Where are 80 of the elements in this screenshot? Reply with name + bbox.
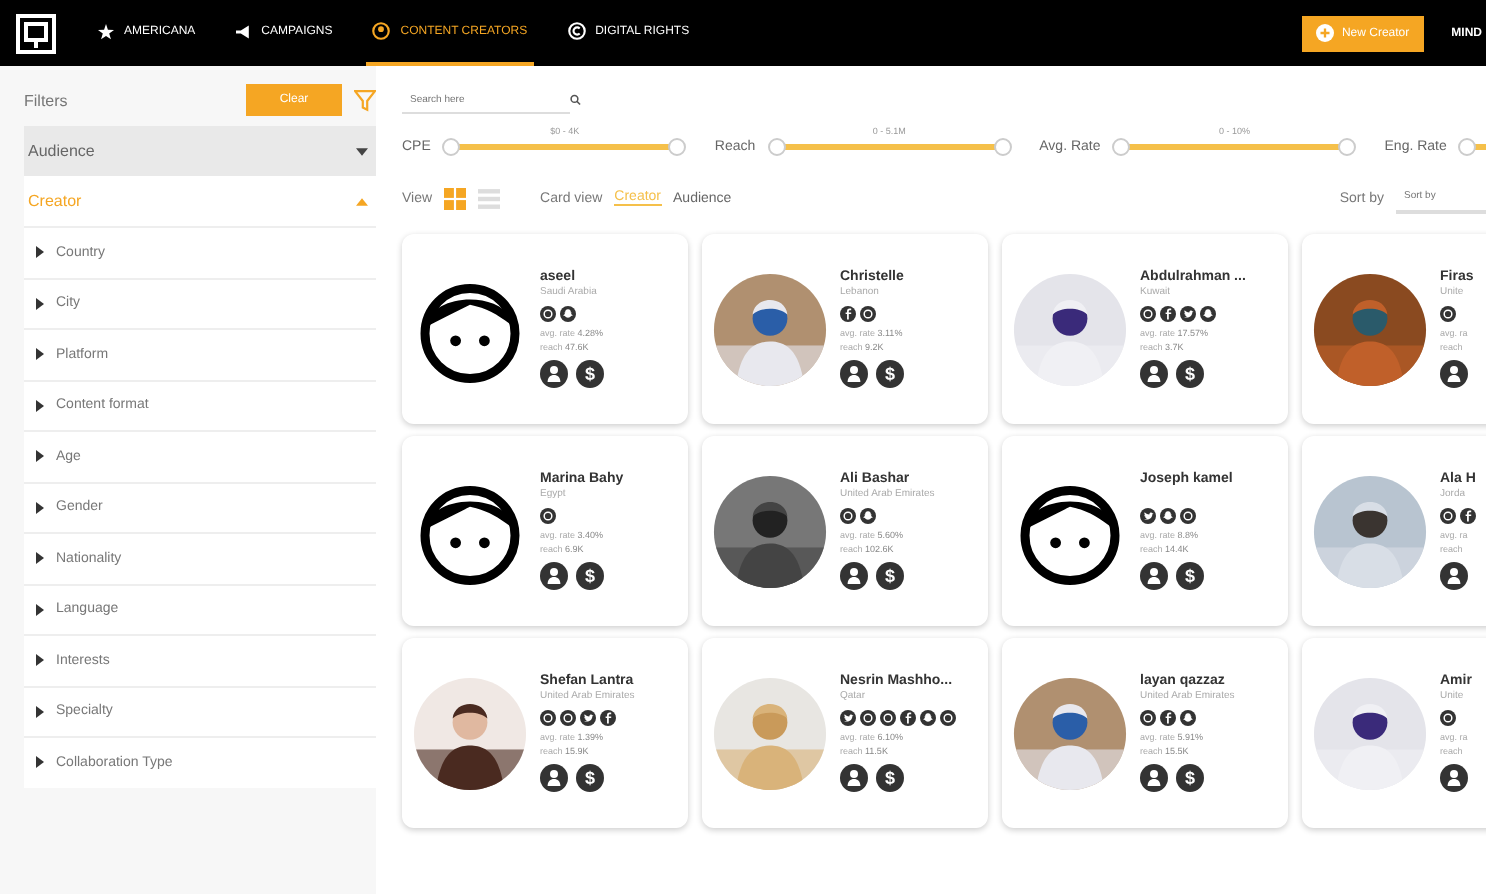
- profile-icon[interactable]: [840, 360, 868, 389]
- slider-thumb[interactable]: [767, 138, 786, 156]
- platform-icon[interactable]: [1180, 709, 1196, 726]
- platform-icon[interactable]: [840, 507, 856, 524]
- price-button[interactable]: $: [576, 360, 604, 389]
- price-button[interactable]: $: [1176, 360, 1204, 389]
- price-button[interactable]: $: [876, 764, 904, 793]
- platform-icon[interactable]: [1140, 709, 1156, 726]
- platform-icon[interactable]: [1180, 305, 1196, 322]
- caret-icon: [36, 603, 44, 616]
- platform-icon[interactable]: [920, 709, 936, 726]
- profile-icon[interactable]: [1440, 360, 1468, 389]
- profile-icon[interactable]: [1440, 562, 1468, 591]
- caret-icon: [36, 756, 44, 769]
- logo-icon[interactable]: [16, 13, 56, 53]
- platform-icon[interactable]: [1440, 507, 1456, 524]
- platform-icon[interactable]: [1440, 709, 1456, 726]
- platform-icon[interactable]: [540, 305, 556, 322]
- price-button[interactable]: $: [876, 360, 904, 389]
- search-icon: [570, 94, 582, 106]
- range-slider[interactable]: [442, 138, 687, 156]
- platform-icon[interactable]: [540, 507, 556, 524]
- caret-icon: [356, 197, 368, 205]
- plus-icon: [1315, 24, 1334, 42]
- platform-icon[interactable]: [840, 305, 856, 322]
- slider-thumb[interactable]: [1338, 138, 1357, 156]
- platform-icon[interactable]: [1180, 507, 1196, 524]
- platform-icon[interactable]: [1160, 507, 1176, 524]
- price-button[interactable]: $: [1176, 562, 1204, 591]
- star-icon: [98, 23, 114, 39]
- caret-icon: [36, 552, 44, 565]
- profile-icon[interactable]: [540, 562, 568, 591]
- profile-icon[interactable]: [1140, 764, 1168, 793]
- platform-icon[interactable]: [1440, 305, 1456, 322]
- slider-thumb[interactable]: [668, 138, 687, 156]
- profile-icon[interactable]: [840, 562, 868, 591]
- range-slider[interactable]: [767, 138, 1012, 156]
- platform-icon[interactable]: [900, 709, 916, 726]
- profile-icon[interactable]: [540, 764, 568, 793]
- caret-icon: [36, 246, 44, 259]
- slider-thumb[interactable]: [993, 138, 1012, 156]
- profile-icon[interactable]: [1140, 360, 1168, 389]
- platform-icon[interactable]: [1160, 709, 1176, 726]
- profile-icon[interactable]: [840, 764, 868, 793]
- price-button[interactable]: $: [1176, 764, 1204, 793]
- slider-thumb[interactable]: [442, 138, 461, 156]
- slider-thumb[interactable]: [1112, 138, 1131, 156]
- caret-icon: [36, 501, 44, 514]
- price-button[interactable]: $: [876, 562, 904, 591]
- profile-icon[interactable]: [540, 360, 568, 389]
- caret-icon: [356, 147, 368, 155]
- platform-icon[interactable]: [580, 709, 596, 726]
- platform-icon[interactable]: [940, 709, 956, 726]
- caret-icon: [36, 297, 44, 310]
- platform-icon[interactable]: [840, 709, 856, 726]
- platform-icon[interactable]: [560, 305, 576, 322]
- filters-title: Filters: [24, 91, 70, 109]
- platform-icon[interactable]: [1200, 305, 1216, 322]
- platform-icon[interactable]: [860, 305, 876, 322]
- caret-icon: [36, 705, 44, 718]
- platform-icon[interactable]: [600, 709, 616, 726]
- platform-icon[interactable]: [1460, 507, 1476, 524]
- profile-icon[interactable]: [1140, 562, 1168, 591]
- slider-thumb[interactable]: [1458, 138, 1477, 156]
- caret-icon: [36, 348, 44, 361]
- caret-icon: [36, 450, 44, 463]
- range-slider[interactable]: [1112, 138, 1357, 156]
- platform-icon[interactable]: [1160, 305, 1176, 322]
- platform-icon[interactable]: [860, 507, 876, 524]
- profile-icon[interactable]: [1440, 764, 1468, 793]
- price-button[interactable]: $: [576, 562, 604, 591]
- caret-icon: [36, 654, 44, 667]
- megaphone-icon: [235, 23, 252, 39]
- platform-icon[interactable]: [1140, 305, 1156, 322]
- platform-icon[interactable]: [1140, 507, 1156, 524]
- price-button[interactable]: $: [576, 764, 604, 793]
- user-circle-icon: [372, 22, 391, 40]
- filter-section-header[interactable]: Audience: [24, 126, 376, 176]
- caret-icon: [36, 399, 44, 412]
- copyright-icon: [567, 22, 586, 40]
